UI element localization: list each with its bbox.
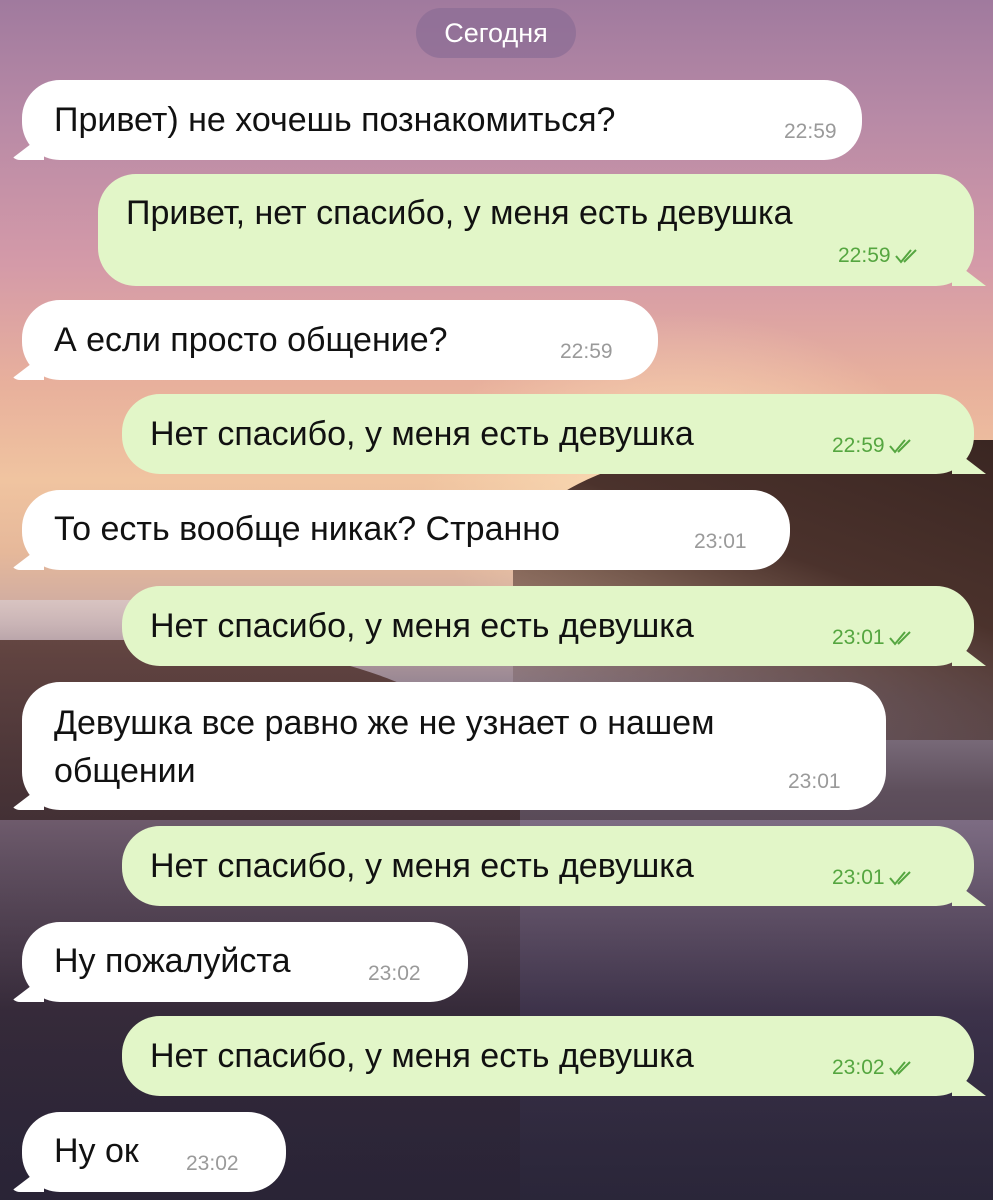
message-text: Нет спасибо, у меня есть девушка [150, 847, 694, 885]
message-text: Ну пожалуйста [54, 942, 291, 980]
message-time: 22:59 [832, 434, 914, 458]
message-incoming[interactable]: То есть вообще никак? Странно 23:01 [10, 490, 790, 570]
double-check-icon [888, 631, 911, 647]
bubble-tail [952, 880, 986, 906]
bubble-tail [10, 1166, 44, 1192]
bubble-tail [952, 448, 986, 474]
message-incoming[interactable]: Ну ок 23:02 [10, 1112, 286, 1192]
message-time: 22:59 [838, 244, 920, 268]
double-check-icon [888, 439, 911, 455]
message-text: Привет) не хочешь познакомиться? [54, 101, 616, 139]
double-check-icon [894, 249, 917, 265]
double-check-icon [888, 871, 911, 887]
message-outgoing[interactable]: Нет спасибо, у меня есть девушка 23:01 [122, 586, 986, 666]
bubble-tail [10, 544, 44, 570]
message-incoming[interactable]: Привет) не хочешь познакомиться? 22:59 [10, 80, 862, 160]
message-time: 23:02 [186, 1152, 239, 1175]
message-incoming[interactable]: Ну пожалуйста 23:02 [10, 922, 468, 1002]
message-text: Привет, нет спасибо, у меня есть девушка [126, 194, 793, 232]
message-time: 23:01 [788, 770, 841, 793]
bubble-tail [952, 640, 986, 666]
message-text-line-2: общении [54, 752, 196, 790]
bubble-tail [10, 784, 44, 810]
bubble-tail [952, 1070, 986, 1096]
message-incoming[interactable]: А если просто общение? 22:59 [10, 300, 658, 380]
message-incoming[interactable]: Девушка все равно же не узнает о нашем о… [10, 682, 886, 810]
message-time: 23:02 [832, 1056, 914, 1080]
message-text: Нет спасибо, у меня есть девушка [150, 1037, 694, 1075]
message-text: Нет спасибо, у меня есть девушка [150, 415, 694, 453]
message-text: А если просто общение? [54, 321, 448, 359]
bubble-tail [10, 134, 44, 160]
message-time: 23:01 [832, 866, 914, 890]
bubble-tail [10, 976, 44, 1002]
message-outgoing[interactable]: Привет, нет спасибо, у меня есть девушка… [98, 174, 986, 286]
bubble-tail [952, 260, 986, 286]
message-text: То есть вообще никак? Странно [54, 510, 560, 548]
message-outgoing[interactable]: Нет спасибо, у меня есть девушка 23:02 [122, 1016, 986, 1096]
message-text: Нет спасибо, у меня есть девушка [150, 607, 694, 645]
bubble-tail [10, 354, 44, 380]
double-check-icon [888, 1061, 911, 1077]
message-text: Ну ок [54, 1132, 139, 1170]
message-text-line-1: Девушка все равно же не узнает о нашем [54, 704, 715, 742]
message-time: 22:59 [560, 340, 613, 363]
message-time: 23:02 [368, 962, 421, 985]
date-separator: Сегодня [416, 8, 576, 58]
message-outgoing[interactable]: Нет спасибо, у меня есть девушка 23:01 [122, 826, 986, 906]
message-outgoing[interactable]: Нет спасибо, у меня есть девушка 22:59 [122, 394, 986, 474]
message-time: 23:01 [832, 626, 914, 650]
message-time: 22:59 [784, 120, 837, 143]
message-time: 23:01 [694, 530, 747, 553]
